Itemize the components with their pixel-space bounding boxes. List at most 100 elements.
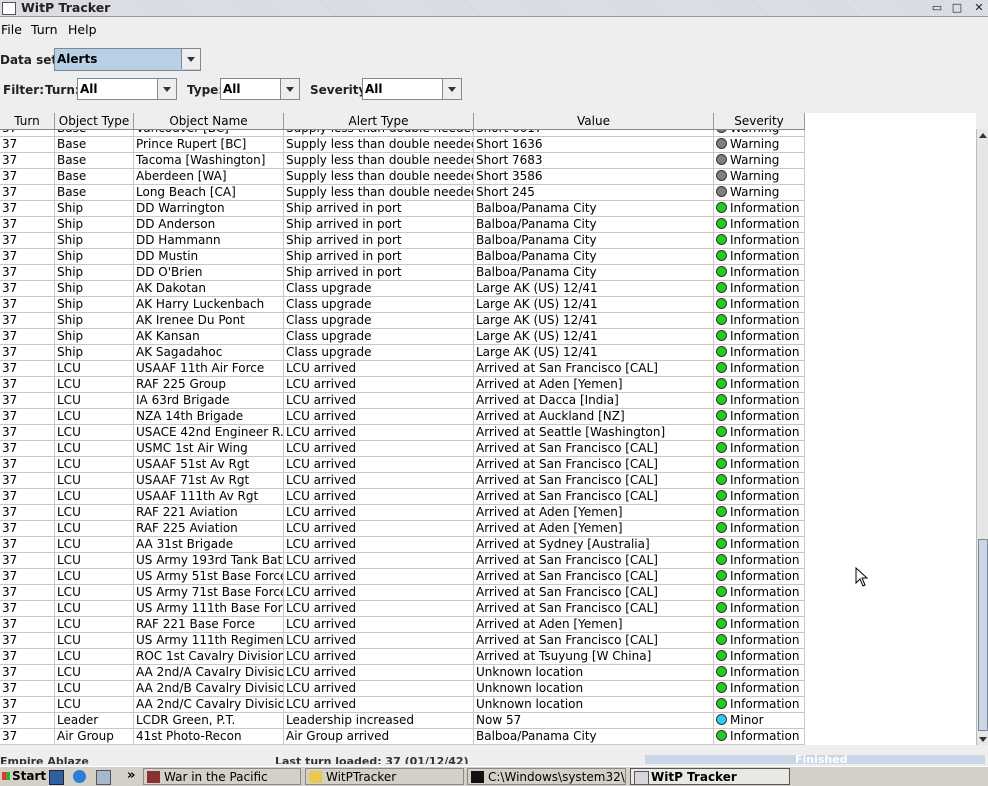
maximize-icon[interactable]: □ xyxy=(950,1,964,14)
table-row[interactable]: 37 Air Group 41st Photo-Recon Air Group arr… xyxy=(0,729,805,745)
table-row[interactable]: 37 Ship DD O'Brien Ship arrived in port Balb… xyxy=(0,265,805,281)
filter-label: Filter: xyxy=(3,83,45,97)
table-row[interactable]: 37 LCU AA 2nd/B Cavalry Division LCU arrive… xyxy=(0,681,805,697)
severity-label: Information xyxy=(730,505,800,519)
table-row[interactable]: 37 LCU US Army 71st Base Force LCU arrived A… xyxy=(0,585,805,601)
table-row[interactable]: 37 LCU US Army 111th Regiment LCU arrived Ar… xyxy=(0,633,805,649)
table-row[interactable]: 37 LCU USAAF 111th Av Rgt LCU arrived Arrive… xyxy=(0,489,805,505)
cell-object-type: Leader xyxy=(55,713,134,729)
table-row[interactable]: 37 LCU RAF 221 Aviation LCU arrived Arrived … xyxy=(0,505,805,521)
cell-object-type: LCU xyxy=(55,521,134,537)
table-row[interactable]: 37 LCU RAF 225 Aviation LCU arrived Arrived … xyxy=(0,521,805,537)
chevron-down-icon[interactable] xyxy=(280,79,299,99)
column-header-severity[interactable]: Severity xyxy=(714,113,805,129)
table-row[interactable]: 37 LCU ROC 1st Cavalry Division LCU arrived… xyxy=(0,649,805,665)
app-quicklaunch-icon[interactable] xyxy=(96,770,111,785)
table-row[interactable]: 37 LCU US Army 111th Base Force LCU arrived… xyxy=(0,601,805,617)
column-header-value[interactable]: Value xyxy=(474,113,714,129)
table-row[interactable]: 37 LCU USMC 1st Air Wing LCU arrived Arrived… xyxy=(0,441,805,457)
cell-alert-type: Air Group arrived xyxy=(284,729,474,745)
cell-alert-type: Supply less than double needed xyxy=(286,137,474,153)
table-row[interactable]: 37 LCU RAF 225 Group LCU arrived Arrived at … xyxy=(0,377,805,393)
chevron-down-icon[interactable] xyxy=(157,79,176,99)
column-header-alert-type[interactable]: Alert Type xyxy=(284,113,474,129)
column-header-object-name[interactable]: Object Name xyxy=(134,113,284,129)
cell-severity: Information xyxy=(714,329,805,345)
cell-object-type: LCU xyxy=(55,393,134,409)
table-row[interactable]: 37 Ship AK Sagadahoc Class upgrade Large AK … xyxy=(0,345,805,361)
menu-help[interactable]: Help xyxy=(68,22,97,37)
table-row[interactable]: 37 Base Prince Rupert [BC] Supply less than… xyxy=(0,137,805,153)
cell-value: Large AK (US) 12/41 xyxy=(474,281,714,297)
table-row[interactable]: 37 LCU USAAF 11th Air Force LCU arrived Arri… xyxy=(0,361,805,377)
column-header-turn[interactable]: Turn xyxy=(0,113,55,129)
chevron-down-icon[interactable] xyxy=(181,49,200,69)
table-row[interactable]: 37 Ship DD Mustin Ship arrived in port Balbo… xyxy=(0,249,805,265)
vertical-scrollbar[interactable] xyxy=(976,129,988,745)
start-button[interactable]: Start xyxy=(0,768,46,785)
severity-label: Information xyxy=(730,649,800,663)
cell-severity: Warning xyxy=(714,153,805,169)
scroll-up-icon[interactable] xyxy=(977,129,988,141)
close-icon[interactable]: ✕ xyxy=(972,1,986,14)
table-row[interactable]: 37 Leader LCDR Green, P.T. Leadership incre… xyxy=(0,713,805,729)
chevron-down-icon[interactable] xyxy=(442,79,461,99)
app-icon xyxy=(2,2,16,15)
table-row[interactable]: 37 LCU AA 31st Brigade LCU arrived Arrived a… xyxy=(0,537,805,553)
browser-icon[interactable] xyxy=(73,770,86,783)
table-row[interactable]: 37 LCU US Army 51st Base Force LCU arrived A… xyxy=(0,569,805,585)
window-icon xyxy=(634,771,649,784)
cell-object-type: Ship xyxy=(55,281,134,297)
taskbar-item-witptracker-folder[interactable]: WitPTracker xyxy=(305,768,464,785)
cell-object-type: Ship xyxy=(55,313,134,329)
table-row[interactable]: 37 LCU USACE 42nd Engineer R... LCU arrived… xyxy=(0,425,805,441)
table-row[interactable]: 37 Base Aberdeen [WA] Supply less than doub… xyxy=(0,169,805,185)
cell-severity: Information xyxy=(714,265,805,281)
dataset-select[interactable]: Alerts xyxy=(54,48,201,71)
more-chevron-icon[interactable]: » xyxy=(127,768,135,783)
cell-object-name: USAAF 71st Av Rgt xyxy=(134,473,284,489)
table-row[interactable]: 37 Ship DD Warrington Ship arrived in port B… xyxy=(0,201,805,217)
cell-alert-type: Class upgrade xyxy=(284,281,474,297)
desktop-icon[interactable] xyxy=(49,770,64,785)
table-row[interactable]: 37 Base Long Beach [CA] Supply less than do… xyxy=(0,185,805,201)
turn-filter-select[interactable]: All xyxy=(77,78,177,100)
table-row[interactable]: 37 Ship AK Irenee Du Pont Class upgrade Larg… xyxy=(0,313,805,329)
severity-filter-select[interactable]: All xyxy=(362,78,462,100)
table-row[interactable]: 37 LCU NZA 14th Brigade LCU arrived Arrived … xyxy=(0,409,805,425)
table-row[interactable]: 37 LCU RAF 221 Base Force LCU arrived Arrive… xyxy=(0,617,805,633)
taskbar-item-command-prompt[interactable]: C:\Windows\system32\c... xyxy=(467,768,626,785)
taskbar-item-war-in-the-pacific[interactable]: War in the Pacific xyxy=(143,768,301,785)
table-row[interactable]: 37 LCU US Army 193rd Tank Batt... LCU arriv… xyxy=(0,553,805,569)
menu-file[interactable]: File xyxy=(1,22,22,37)
severity-label: Information xyxy=(730,521,800,535)
cell-turn: 37 xyxy=(0,313,55,329)
table-row[interactable]: 37 Ship AK Dakotan Class upgrade Large AK (U… xyxy=(0,281,805,297)
minimize-icon[interactable]: ▭ xyxy=(930,1,944,14)
taskbar-item-witp-tracker[interactable]: WitP Tracker xyxy=(630,768,790,785)
cell-severity: Information xyxy=(714,521,805,537)
scroll-down-icon[interactable] xyxy=(977,733,988,745)
cell-object-name: NZA 14th Brigade xyxy=(134,409,284,425)
table-row[interactable]: 37 Base Tacoma [Washington] Supply less tha… xyxy=(0,153,805,169)
column-header-object-type[interactable]: Object Type xyxy=(55,113,134,129)
cell-severity: Information xyxy=(714,457,805,473)
table-row[interactable]: 37 Ship AK Kansan Class upgrade Large AK (US… xyxy=(0,329,805,345)
type-filter-select[interactable]: All xyxy=(220,78,300,100)
menu-turn[interactable]: Turn xyxy=(31,22,58,37)
table-row[interactable]: 37 Ship DD Anderson Ship arrived in port Bal… xyxy=(0,217,805,233)
severity-label: Information xyxy=(730,665,800,679)
cell-alert-type: Leadership increased xyxy=(284,713,474,729)
severity-label: Information xyxy=(730,681,800,695)
scroll-thumb[interactable] xyxy=(978,539,988,731)
cell-object-type: LCU xyxy=(55,569,134,585)
table-row[interactable]: 37 LCU IA 63rd Brigade LCU arrived Arrived a… xyxy=(0,393,805,409)
table-row[interactable]: 37 LCU AA 2nd/A Cavalry Division LCU arrive… xyxy=(0,665,805,681)
table-row[interactable]: 37 LCU USAAF 51st Av Rgt LCU arrived Arrived… xyxy=(0,457,805,473)
severity-label: Information xyxy=(730,601,800,615)
table-row[interactable]: 37 Ship DD Hammann Ship arrived in port Balb… xyxy=(0,233,805,249)
title-bar: WitP Tracker ▭ □ ✕ xyxy=(0,0,988,17)
table-row[interactable]: 37 LCU USAAF 71st Av Rgt LCU arrived Arrived… xyxy=(0,473,805,489)
table-row[interactable]: 37 LCU AA 2nd/C Cavalry Division LCU arrive… xyxy=(0,697,805,713)
table-row[interactable]: 37 Ship AK Harry Luckenbach Class upgrade La… xyxy=(0,297,805,313)
